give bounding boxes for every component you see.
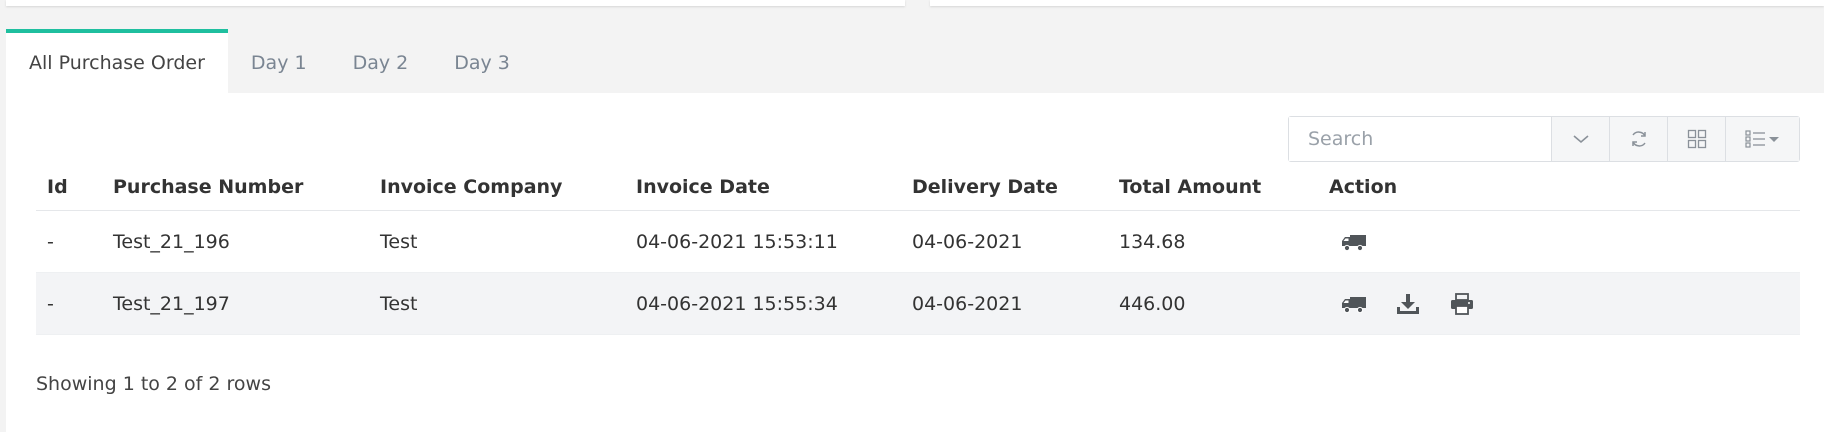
top-card-right (930, 0, 1824, 6)
columns-button[interactable] (1726, 117, 1799, 161)
tab-all-purchase-order[interactable]: All Purchase Order (6, 29, 228, 93)
cell-delivery-date: 04-06-2021 (901, 210, 1108, 273)
grid-view-icon (1687, 129, 1706, 149)
search-input[interactable] (1289, 117, 1552, 161)
cell-id: - (36, 272, 102, 335)
refresh-button[interactable] (1610, 117, 1668, 161)
columns-list-icon (1744, 130, 1779, 148)
column-header-action[interactable]: Action (1318, 163, 1800, 211)
print-button[interactable] (1449, 292, 1475, 316)
cell-invoice-company: Test (369, 210, 625, 273)
cell-delivery-date: 04-06-2021 (901, 272, 1108, 335)
cell-invoice-date: 04-06-2021 15:55:34 (625, 272, 901, 335)
cell-purchase-number: Test_21_197 (102, 272, 369, 335)
top-card-left (6, 0, 905, 6)
truck-icon (1342, 234, 1366, 251)
cell-total-amount: 134.68 (1108, 210, 1318, 273)
cell-invoice-date: 04-06-2021 15:53:11 (625, 210, 901, 273)
refresh-icon (1631, 131, 1646, 147)
deliver-button[interactable] (1341, 230, 1367, 254)
tab-panel: Id Purchase Number Invoice Company Invoi… (6, 93, 1824, 432)
grid-view-button[interactable] (1668, 117, 1726, 161)
print-icon (1451, 292, 1473, 315)
column-header-delivery-date[interactable]: Delivery Date (901, 163, 1108, 211)
table-toolbar (1288, 116, 1800, 162)
cell-invoice-company: Test (369, 272, 625, 335)
column-header-id[interactable]: Id (36, 163, 102, 211)
table-row: - Test_21_196 Test 04-06-2021 15:53:11 0… (36, 210, 1800, 273)
pagination-summary: Showing 1 to 2 of 2 rows (36, 373, 271, 395)
download-button[interactable] (1395, 292, 1421, 316)
tab-day-1[interactable]: Day 1 (228, 29, 330, 93)
chevron-down-icon (1572, 135, 1589, 144)
table-row: - Test_21_197 Test 04-06-2021 15:55:34 0… (36, 272, 1800, 335)
cell-id: - (36, 210, 102, 273)
download-icon (1397, 293, 1419, 314)
truck-icon (1342, 296, 1366, 313)
column-header-invoice-date[interactable]: Invoice Date (625, 163, 901, 211)
column-header-purchase-number[interactable]: Purchase Number (102, 163, 369, 211)
cell-actions (1318, 272, 1800, 335)
cell-purchase-number: Test_21_196 (102, 210, 369, 273)
column-header-invoice-company[interactable]: Invoice Company (369, 163, 625, 211)
tab-day-2[interactable]: Day 2 (330, 29, 432, 93)
deliver-button[interactable] (1341, 292, 1367, 316)
tab-bar: All Purchase Order Day 1 Day 2 Day 3 (6, 29, 533, 93)
cell-total-amount: 446.00 (1108, 272, 1318, 335)
column-header-total-amount[interactable]: Total Amount (1108, 163, 1318, 211)
purchase-order-table: Id Purchase Number Invoice Company Invoi… (36, 163, 1800, 335)
tab-day-3[interactable]: Day 3 (431, 29, 533, 93)
cell-actions (1318, 210, 1800, 273)
table-header-row: Id Purchase Number Invoice Company Invoi… (36, 163, 1800, 211)
toggle-dropdown-button[interactable] (1552, 117, 1610, 161)
